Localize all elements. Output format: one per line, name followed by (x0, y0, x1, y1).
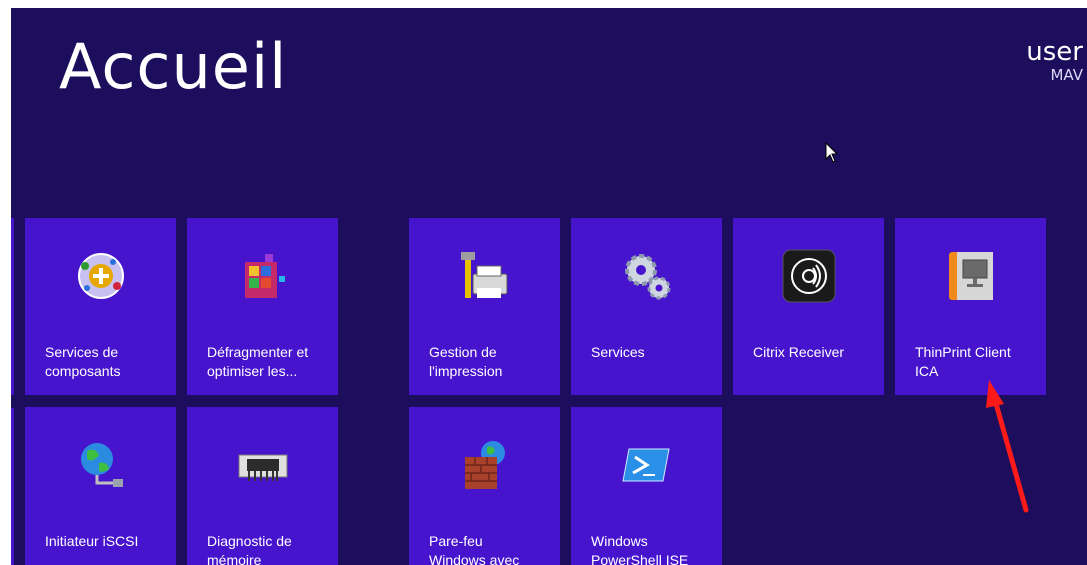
component-services-icon (77, 253, 124, 299)
partial-tile-left-bottom[interactable] (11, 408, 14, 565)
thinprint-client-icon (948, 252, 993, 300)
tile-label-line1: ThinPrint Client (915, 344, 1011, 360)
tile-label: Défragmenter et optimiser les... (207, 343, 330, 381)
start-screen: Accueil user MAV Services de composants (11, 8, 1087, 565)
tile-powershell-ise[interactable]: Windows PowerShell ISE (571, 407, 722, 565)
citrix-receiver-icon (782, 249, 835, 303)
tile-windows-firewall[interactable]: Pare-feu Windows avec (409, 407, 560, 565)
tile-print-management[interactable]: Gestion de l'impression (409, 218, 560, 395)
tile-label: Pare-feu Windows avec (429, 532, 552, 565)
print-management-icon (460, 252, 507, 298)
tile-label: ThinPrint Client ICA (915, 343, 1038, 381)
tile-label-line2: Services (591, 344, 645, 360)
tile-citrix-receiver[interactable]: Citrix Receiver (733, 218, 884, 395)
tile-component-services[interactable]: Services de composants (25, 218, 176, 395)
tile-thinprint-client[interactable]: ThinPrint Client ICA (895, 218, 1046, 395)
tile-label-line1: Diagnostic de (207, 533, 292, 549)
tile-iscsi-initiator[interactable]: Initiateur iSCSI (25, 407, 176, 565)
tile-label-line1: Défragmenter et (207, 344, 309, 360)
tile-label-line2: mémoire (207, 552, 262, 565)
tile-label-line1: Windows (591, 533, 648, 549)
tile-memory-diagnostic[interactable]: Diagnostic de mémoire (187, 407, 338, 565)
tile-label: Diagnostic de mémoire (207, 532, 330, 565)
page-title: Accueil (59, 30, 288, 103)
tile-label: Services (591, 343, 714, 362)
powershell-icon (621, 448, 670, 482)
tile-label-line2: composants (45, 363, 121, 379)
tile-label: Services de composants (45, 343, 168, 381)
user-subtitle: MAV (1050, 66, 1083, 84)
user-name: user (1026, 37, 1083, 67)
iscsi-initiator-icon (80, 443, 123, 487)
tile-defragment[interactable]: Défragmenter et optimiser les... (187, 218, 338, 395)
partial-tile-left-top[interactable] (11, 218, 14, 395)
memory-chip-icon (238, 454, 287, 481)
tile-label: Gestion de l'impression (429, 343, 552, 381)
tile-label-line1: Gestion de (429, 344, 497, 360)
services-gears-icon (624, 254, 670, 300)
tile-label-line2: l'impression (429, 363, 503, 379)
tile-label-line1: Initiateur iSCSI (45, 533, 139, 549)
tile-label: Initiateur iSCSI (45, 532, 168, 551)
user-account[interactable]: user MAV (1026, 38, 1083, 84)
tile-label-line2: ICA (915, 363, 939, 379)
tile-label-line2: Citrix Receiver (753, 344, 845, 360)
tile-label: Citrix Receiver (753, 343, 876, 362)
defragment-icon (244, 254, 285, 298)
tile-label-line2: PowerShell ISE (591, 552, 689, 565)
tile-label-line1: Pare-feu (429, 533, 483, 549)
firewall-icon (464, 441, 505, 489)
tile-label-line1: Services de (45, 344, 119, 360)
tile-label-line2: optimiser les... (207, 363, 298, 379)
tile-label: Windows PowerShell ISE (591, 532, 714, 565)
mouse-cursor-icon (825, 142, 839, 163)
tile-label-line2: Windows avec (429, 552, 520, 565)
tile-services[interactable]: Services (571, 218, 722, 395)
